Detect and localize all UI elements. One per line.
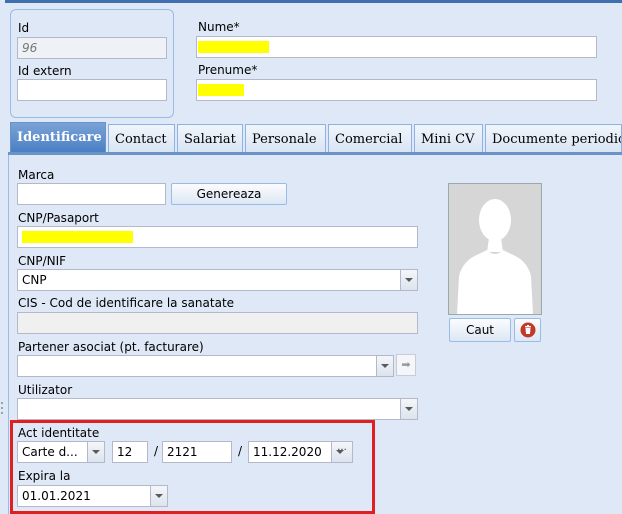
chevron-down-icon[interactable] [376,356,393,376]
chevron-down-icon[interactable] [400,270,417,290]
tab-contact[interactable]: Contact [108,124,175,152]
act-type-value: Carte d... [22,445,78,459]
act-data-value: 11.12.2020 [253,445,322,459]
tab-salariat[interactable]: Salariat [177,124,243,152]
avatar [448,183,542,315]
prenume-field[interactable] [196,79,597,101]
act-serie-field[interactable]: 12 [112,441,148,463]
separator-slash: / [154,444,159,458]
tab-personale[interactable]: Personale [245,124,326,152]
tab-bar: Identificare Contact Salariat Personale … [8,122,622,152]
cnp-pasaport-field[interactable] [17,226,418,248]
delete-photo-button[interactable] [514,318,541,342]
act-type-select[interactable]: Carte d... [17,441,105,463]
partener-label: Partener asociat (pt. facturare) [18,340,204,354]
cnp-nif-select[interactable]: CNP [17,269,418,291]
cnp-pasaport-label: CNP/Pasaport [18,211,99,225]
id-extern-label: Id extern [18,64,72,78]
separator-slash: / [238,444,243,458]
trash-icon [520,322,536,338]
window-top-bar [5,0,622,3]
cnp-nif-label: CNP/NIF [18,254,67,268]
genereaza-button[interactable]: Genereaza [171,183,287,205]
nume-label: Nume* [198,20,240,34]
marca-field[interactable] [17,183,166,205]
go-arrow-icon[interactable]: ➡ [396,354,416,376]
act-numar-field[interactable]: 2121 [162,441,232,463]
tab-documente-periodice[interactable]: Documente periodice [485,124,622,152]
tab-mini-cv[interactable]: Mini CV [414,124,483,152]
tab-comercial[interactable]: Comercial [328,124,412,152]
cnp-nif-value: CNP [22,273,47,287]
utilizator-label: Utilizator [18,383,73,397]
utilizator-select[interactable] [17,398,418,420]
cis-field[interactable] [17,312,418,334]
tab-identificare[interactable]: Identificare [10,122,106,152]
ellipsis-icon[interactable]: ··· [331,442,352,462]
expira-la-select[interactable]: 01.01.2021 [17,485,168,507]
expira-la-value: 01.01.2021 [22,489,91,503]
id-field[interactable]: 96 [17,37,167,59]
prenume-label: Prenume* [198,63,258,77]
avatar-placeholder-icon [449,184,541,314]
chevron-down-icon[interactable] [150,486,167,506]
redacted-prenume-highlight [198,84,244,96]
act-data-field[interactable]: 11.12.2020 ··· [248,441,353,463]
window-top-strip [0,0,622,5]
redacted-cnp-highlight [22,231,133,243]
expira-la-label: Expira la [18,469,71,483]
id-label: Id [18,21,30,35]
panel-resize-grip[interactable] [0,400,4,420]
id-extern-field[interactable] [17,79,167,101]
marca-label: Marca [18,168,55,182]
partener-select[interactable] [17,355,394,377]
chevron-down-icon[interactable] [400,399,417,419]
caut-button[interactable]: Caut [449,318,511,342]
act-identitate-label: Act identitate [18,426,100,440]
chevron-down-icon[interactable] [87,442,104,462]
cis-label: CIS - Cod de identificare la sanatate [18,296,235,310]
nume-field[interactable] [196,36,597,58]
redacted-name-highlight [198,41,269,53]
